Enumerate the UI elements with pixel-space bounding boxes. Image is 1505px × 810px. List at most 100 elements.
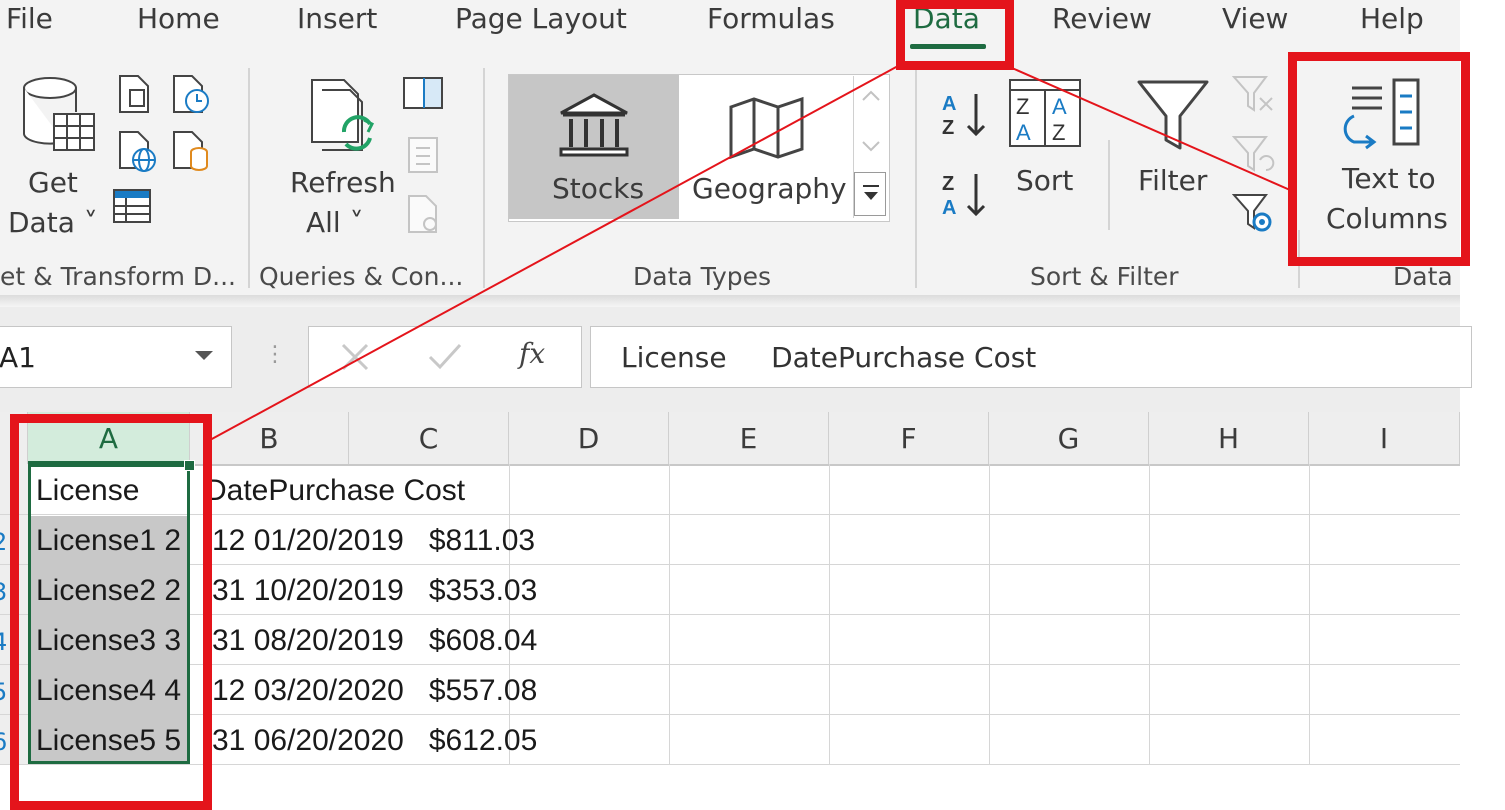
gallery-more-button[interactable] (854, 172, 886, 216)
gridline (0, 664, 1460, 665)
cell-row6-rest[interactable]: 31 06/20/2020 $612.05 (212, 724, 537, 758)
geography-map-icon (729, 96, 804, 160)
formula-buttons: fx (308, 326, 582, 388)
gallery-up-icon[interactable] (860, 86, 882, 106)
ribbon-tab-bar: File Home Insert Page Layout Formulas Da… (0, 0, 1460, 60)
insert-function-icon[interactable]: fx (519, 337, 545, 370)
tab-review[interactable]: Review (1052, 2, 1152, 35)
svg-text:Z: Z (1016, 94, 1029, 119)
gallery-down-icon[interactable] (860, 136, 882, 156)
sort-descending-button[interactable]: Z A (940, 170, 992, 220)
from-text-icon[interactable] (116, 74, 154, 116)
tab-help[interactable]: Help (1360, 2, 1424, 35)
svg-text:Z: Z (1052, 120, 1065, 145)
geography-button[interactable]: Geography (682, 75, 850, 219)
more-chevron-icon (863, 185, 879, 200)
group-separator (483, 68, 485, 288)
column-header-i[interactable]: I (1309, 412, 1460, 464)
ribbon-divider (0, 295, 1460, 307)
gridline (0, 764, 1460, 765)
recent-sources-icon[interactable] (170, 74, 212, 116)
sort-filter-separator (1108, 140, 1110, 230)
group-label-queries: Queries & Con... (259, 262, 464, 291)
tab-formulas[interactable]: Formulas (707, 2, 835, 35)
refresh-all-button[interactable]: Refresh All ˅ (290, 74, 396, 244)
from-table-icon[interactable] (112, 186, 154, 226)
row-header-6[interactable]: 6 (0, 728, 7, 756)
existing-connections-icon[interactable] (170, 130, 212, 174)
column-header-g[interactable]: G (989, 412, 1149, 464)
cancel-icon (341, 343, 369, 371)
tab-file[interactable]: File (6, 2, 53, 35)
geography-label: Geography (692, 172, 847, 205)
tab-view[interactable]: View (1222, 2, 1288, 35)
formula-input[interactable]: License DatePurchase Cost (590, 326, 1472, 388)
stocks-button[interactable]: Stocks (509, 75, 679, 219)
group-label-sort-filter: Sort & Filter (1030, 262, 1179, 291)
cell-row4-rest[interactable]: 31 08/20/2019 $608.04 (212, 624, 537, 658)
gridline (1149, 464, 1150, 764)
get-data-label-2: Data ˅ (8, 206, 98, 239)
sort-z-to-a-icon: Z A (942, 173, 986, 219)
enter-check-icon (428, 343, 462, 370)
svg-text:A: A (1016, 120, 1031, 145)
highlight-data-tab (896, 0, 1014, 70)
group-separator (915, 68, 917, 288)
gridline (0, 714, 1460, 715)
group-label-get-transform: et & Transform D... (0, 262, 236, 291)
properties-icon (408, 137, 438, 173)
cell-b1-overflow[interactable]: DatePurchase Cost (205, 474, 465, 508)
gridline (989, 464, 990, 764)
database-table-icon (23, 77, 95, 151)
stocks-label: Stocks (552, 172, 645, 205)
column-header-f[interactable]: F (829, 412, 989, 464)
row-header-5[interactable]: 5 (0, 678, 7, 706)
svg-text:A: A (1052, 94, 1067, 119)
gridline (0, 564, 1460, 565)
tab-page-layout[interactable]: Page Layout (455, 2, 627, 35)
refresh-label-1: Refresh (290, 166, 396, 199)
highlight-text-to-columns (1288, 52, 1470, 266)
svg-text:A: A (942, 197, 956, 219)
gridline (0, 514, 1460, 515)
formula-bar-grip-icon[interactable]: ⋮ (264, 342, 286, 374)
cell-row2-rest[interactable]: 12 01/20/2019 $811.03 (212, 524, 535, 558)
row-header-2[interactable]: 2 (0, 528, 7, 556)
group-separator (248, 68, 250, 288)
column-header-c[interactable]: C (349, 412, 509, 464)
svg-text:Z: Z (942, 117, 954, 139)
queries-connections-icon[interactable] (402, 76, 444, 112)
cell-row3-rest[interactable]: 31 10/20/2019 $353.03 (212, 574, 537, 608)
gridline (509, 464, 510, 764)
from-web-icon[interactable] (116, 130, 158, 174)
name-box[interactable]: A1 (0, 326, 232, 388)
advanced-filter-icon[interactable] (1232, 192, 1276, 236)
column-header-h[interactable]: H (1149, 412, 1309, 464)
column-header-d[interactable]: D (509, 412, 669, 464)
sort-ascending-button[interactable]: A Z (940, 90, 992, 140)
reapply-filter-icon (1232, 136, 1275, 172)
svg-text:Z: Z (942, 173, 954, 195)
row-header-4[interactable]: 4 (0, 628, 7, 656)
clear-filter-icon (1232, 76, 1273, 112)
row-header-3[interactable]: 3 (0, 578, 7, 606)
refresh-label-2: All ˅ (306, 206, 364, 239)
name-box-dropdown-icon[interactable] (193, 349, 215, 363)
column-header-e[interactable]: E (669, 412, 829, 464)
cell-row5-rest[interactable]: 12 03/20/2020 $557.08 (212, 674, 537, 708)
svg-text:A: A (942, 93, 956, 115)
sort-dialog-icon: Z A A Z (1009, 79, 1081, 147)
edit-links-icon (408, 195, 437, 233)
tab-insert[interactable]: Insert (297, 2, 377, 35)
group-label-data-types: Data Types (633, 262, 772, 291)
tab-home[interactable]: Home (137, 2, 220, 35)
gallery-scroll (853, 76, 888, 218)
stocks-bank-icon (559, 93, 629, 157)
refresh-icon (311, 79, 375, 151)
get-data-button[interactable]: Get Data ˅ (8, 74, 98, 244)
sort-button[interactable]: Z A A Z Sort (1008, 76, 1084, 206)
group-label-data-tools: Data (1393, 262, 1453, 291)
formula-content: License DatePurchase Cost (621, 341, 1037, 374)
filter-button[interactable]: Filter (1132, 78, 1216, 208)
column-header-b[interactable]: B (190, 412, 349, 464)
